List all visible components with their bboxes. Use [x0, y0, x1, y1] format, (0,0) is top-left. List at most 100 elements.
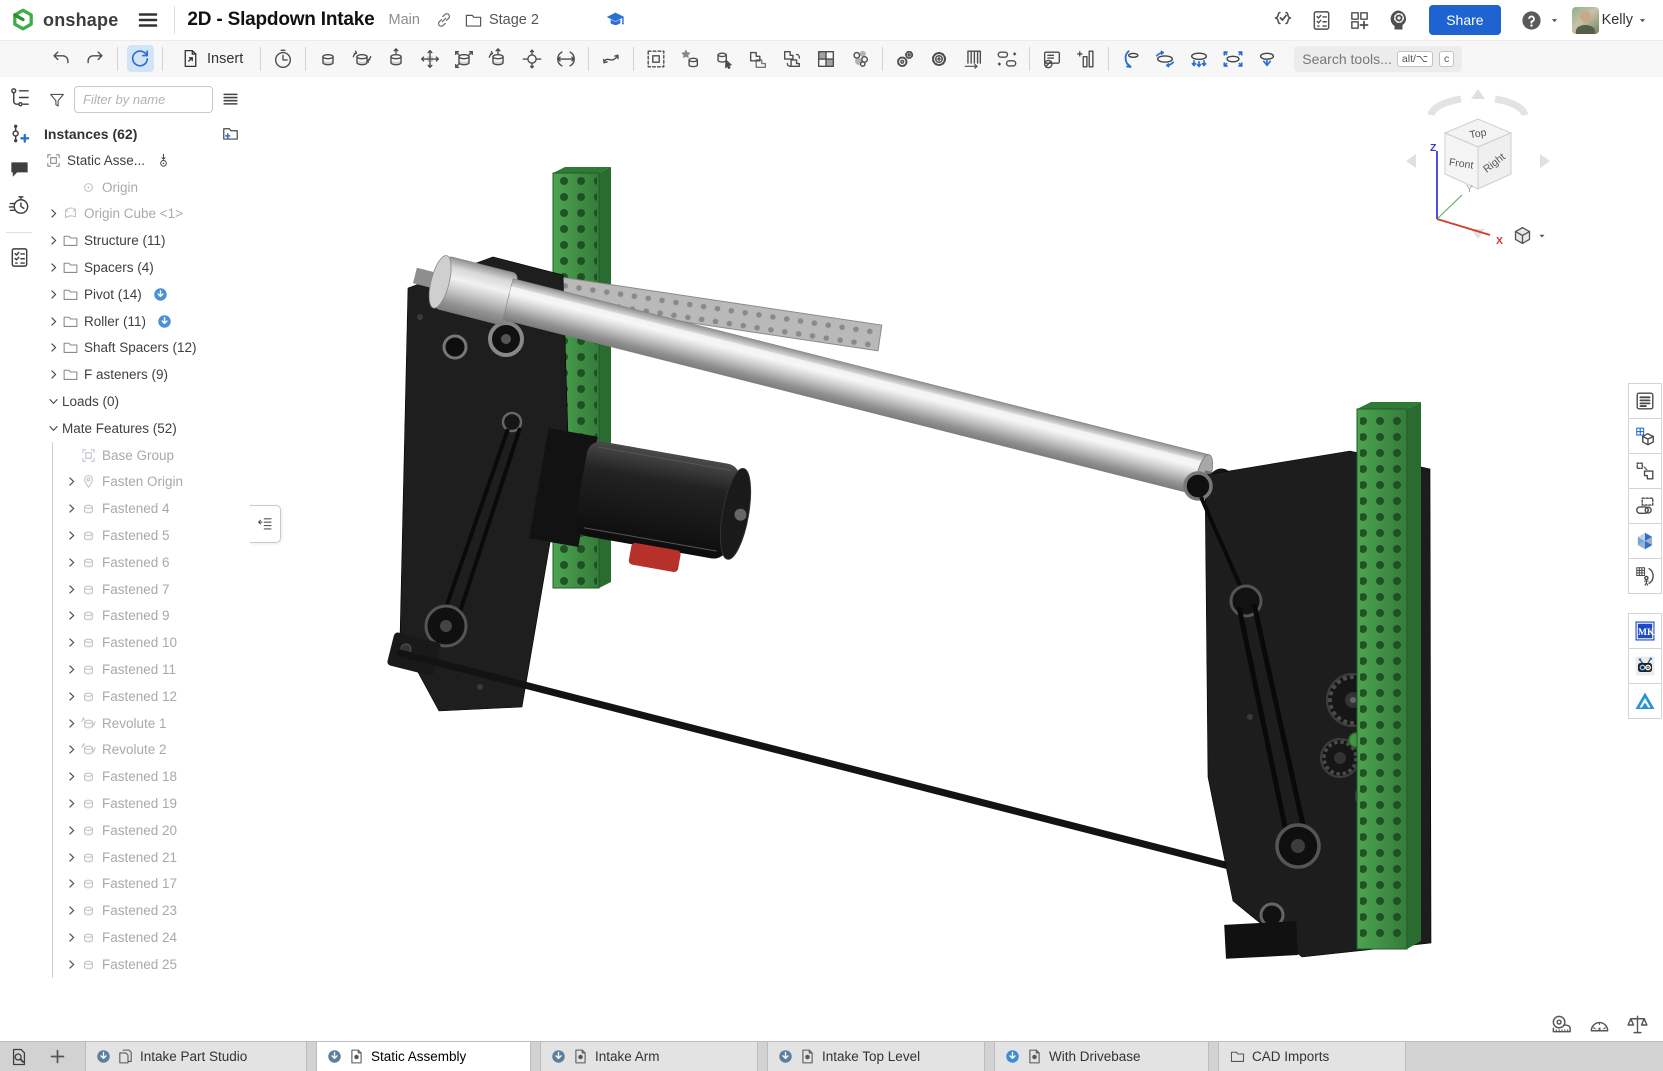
update-available-icon[interactable] — [778, 1049, 793, 1064]
rotate-up-arrow[interactable] — [1471, 89, 1485, 99]
tree-item[interactable]: Fastened 4 — [38, 495, 250, 522]
graphics-viewport[interactable]: Top Front Right Z Y X — [250, 77, 1663, 1042]
tab-intake-top-level[interactable]: Intake Top Level — [767, 1042, 985, 1071]
tree-item[interactable]: Revolute 1 — [38, 710, 250, 737]
mate-cylindrical-button[interactable] — [485, 45, 512, 72]
mkcad-button[interactable] — [1628, 613, 1662, 649]
chevron-right-icon[interactable] — [63, 661, 80, 678]
chevron-right-icon[interactable] — [63, 634, 80, 651]
insert-button[interactable]: Insert — [174, 47, 249, 70]
apps-button[interactable] — [1346, 7, 1373, 34]
tree-item[interactable]: Revolute 2 — [38, 737, 250, 764]
named-positions-button[interactable] — [677, 45, 704, 72]
document-title[interactable]: 2D - Slapdown Intake — [187, 9, 374, 31]
onshape-logo[interactable]: onshape — [0, 7, 118, 33]
chevron-right-icon[interactable] — [45, 313, 62, 330]
add-tab-button[interactable] — [38, 1042, 77, 1071]
mate-planar-button[interactable] — [417, 45, 444, 72]
mass-properties-button[interactable] — [1626, 1013, 1649, 1036]
tree-item[interactable]: Fastened 21 — [38, 844, 250, 871]
tree-item[interactable]: Fastened 19 — [38, 790, 250, 817]
tree-item[interactable]: Loads (0) — [38, 388, 250, 415]
tree-item[interactable]: Fasten Origin — [38, 469, 250, 496]
anim-rotate-button[interactable] — [1118, 45, 1145, 72]
update-available-icon[interactable] — [551, 1049, 566, 1064]
tree-item[interactable]: Static Asse... — [38, 147, 250, 174]
linkage-relation-button[interactable] — [994, 45, 1021, 72]
chevron-down-icon[interactable] — [45, 393, 62, 410]
checklist-panel-button[interactable] — [8, 246, 31, 269]
mate-slider-button[interactable] — [383, 45, 410, 72]
undo-button[interactable] — [48, 45, 75, 72]
tree-item[interactable]: Fastened 7 — [38, 576, 250, 603]
chevron-right-icon[interactable] — [45, 286, 62, 303]
sprocket-relation-button[interactable] — [926, 45, 953, 72]
chevron-right-icon[interactable] — [63, 581, 80, 598]
update-available-icon[interactable] — [327, 1049, 342, 1064]
pattern-parts-button[interactable] — [779, 45, 806, 72]
chevron-right-icon[interactable] — [45, 232, 62, 249]
help-button[interactable] — [1518, 7, 1545, 34]
pinwheel-panel-button[interactable] — [1628, 523, 1662, 559]
update-available-icon[interactable] — [1005, 1049, 1020, 1064]
tree-item[interactable]: Fastened 23 — [38, 897, 250, 924]
update-available-icon[interactable] — [157, 314, 172, 329]
chevron-right-icon[interactable] — [63, 715, 80, 732]
learning-center-icon[interactable] — [605, 10, 626, 31]
share-button[interactable]: Share — [1429, 5, 1500, 35]
tree-item[interactable]: Fastened 6 — [38, 549, 250, 576]
ai-assistant-button[interactable] — [1384, 6, 1412, 34]
snap-mode-button[interactable] — [598, 45, 625, 72]
tree-item[interactable]: Mate Features (52) — [38, 415, 250, 442]
anim-collapse-button[interactable] — [1254, 45, 1281, 72]
search-tools-box[interactable]: Search tools...alt/⌥c — [1294, 46, 1462, 72]
mate-pin-slot-button[interactable] — [519, 45, 546, 72]
parts-arrow-panel-button[interactable] — [1628, 453, 1662, 489]
tree-item[interactable]: Fastened 17 — [38, 871, 250, 898]
tab-cad-imports[interactable]: CAD Imports — [1218, 1042, 1406, 1071]
chevron-right-icon[interactable] — [63, 688, 80, 705]
tree-item[interactable]: Structure (11) — [38, 227, 250, 254]
history-clock-button[interactable] — [270, 45, 297, 72]
tape-measure-button[interactable] — [1550, 1013, 1573, 1036]
anim-translate-button[interactable] — [1186, 45, 1213, 72]
chevron-right-icon[interactable] — [63, 473, 80, 490]
tasks-button[interactable] — [1308, 7, 1335, 34]
select-parts-button[interactable] — [643, 45, 670, 72]
workspace-name[interactable]: Main — [389, 12, 420, 28]
list-options-icon[interactable] — [221, 90, 240, 109]
chevron-right-icon[interactable] — [63, 795, 80, 812]
tree-item[interactable]: Fastened 18 — [38, 763, 250, 790]
link-icon[interactable] — [434, 10, 454, 30]
tree-item[interactable]: Fastened 11 — [38, 656, 250, 683]
anim-explode-button[interactable] — [1220, 45, 1247, 72]
collapse-panel-handle[interactable] — [250, 505, 281, 543]
chevron-right-icon[interactable] — [63, 500, 80, 517]
right-green-rail[interactable] — [1357, 402, 1421, 949]
tree-item[interactable]: Fastened 20 — [38, 817, 250, 844]
filter-input[interactable] — [74, 86, 213, 113]
view-orientation-dropdown[interactable] — [1512, 225, 1548, 246]
versions-button[interactable] — [1269, 6, 1297, 34]
tree-item[interactable]: Pivot (14) — [38, 281, 250, 308]
chevron-right-icon[interactable] — [63, 929, 80, 946]
fixed-icon[interactable] — [156, 153, 171, 168]
hide-mates-button[interactable] — [1039, 45, 1066, 72]
configurations-panel-button[interactable] — [1628, 488, 1662, 524]
help-caret-icon[interactable] — [1548, 14, 1561, 27]
chevron-right-icon[interactable] — [63, 607, 80, 624]
update-available-icon[interactable] — [96, 1049, 111, 1064]
mate-ball-button[interactable] — [451, 45, 478, 72]
chevron-down-icon[interactable] — [45, 420, 62, 437]
cad-app-button[interactable] — [1628, 683, 1662, 719]
rotate-right-arrow[interactable] — [1540, 154, 1550, 168]
tree-item[interactable]: Shaft Spacers (12) — [38, 335, 250, 362]
tree-item[interactable]: Origin — [38, 174, 250, 201]
tree-item[interactable]: Fastened 24 — [38, 924, 250, 951]
grid-person-panel-button[interactable] — [1628, 558, 1662, 594]
chevron-right-icon[interactable] — [63, 554, 80, 571]
chevron-right-icon[interactable] — [63, 741, 80, 758]
filter-icon[interactable] — [48, 91, 66, 109]
3d-model-view[interactable]: Top Front Right Z Y X — [250, 77, 1663, 1042]
rack-pinion-relation-button[interactable] — [960, 45, 987, 72]
